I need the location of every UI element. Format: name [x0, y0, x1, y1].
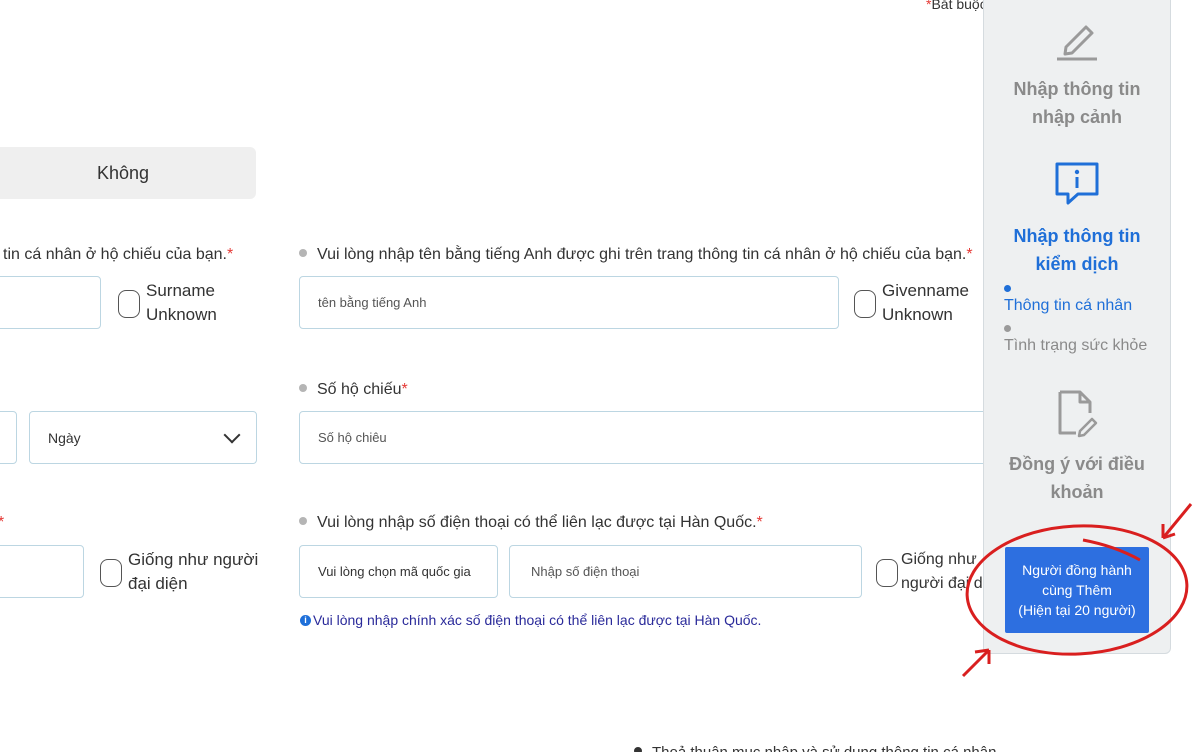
phone-same-as-representative-label: Giống như người đại di [901, 551, 987, 592]
active-dot-icon [1004, 285, 1011, 292]
pencil-icon [1057, 25, 1097, 61]
country-code-placeholder: Vui lòng chọn mã quốc gia [318, 564, 471, 579]
givenname-placeholder: tên bằng tiếng Anh [318, 295, 427, 310]
passport-placeholder: Số hộ chiêu [318, 430, 387, 445]
same-as-representative-checkbox[interactable] [100, 559, 122, 587]
step-quarantine-info-title: Nhập thông tin kiểm dịch [1013, 226, 1141, 274]
phone-info-note: i Vui lòng nhập chính xác số điện thoại c… [300, 612, 761, 628]
surname-label: tin cá nhân ở hộ chiếu của bạn.* [3, 246, 234, 263]
dob-day-value: Ngày [48, 429, 81, 446]
phone-number-placeholder: Nhập số điện thoại [531, 564, 640, 579]
bullet-icon [299, 383, 307, 392]
dob-day-select[interactable]: Ngày [29, 411, 257, 464]
country-code-select[interactable]: Vui lòng chọn mã quốc gia [299, 545, 498, 598]
givenname-input[interactable]: tên bằng tiếng Anh [299, 276, 839, 329]
phone-same-as-representative-checkbox[interactable] [876, 559, 898, 587]
chevron-down-icon [223, 426, 241, 444]
substep-personal-info[interactable]: Thông tin cá nhân [1004, 297, 1132, 315]
required-note: *Bắt buộc [926, 0, 987, 12]
khong-option-button[interactable]: Không [0, 147, 256, 199]
representative-required-mark: * [0, 514, 4, 532]
phone-label: Vui lòng nhập số điện thoại có thể liên … [299, 514, 763, 532]
substep-health-status[interactable]: Tình trạng sức khỏe [1004, 337, 1147, 355]
givenname-unknown-checkbox[interactable] [854, 290, 876, 318]
passport-input[interactable]: Số hộ chiêu [299, 411, 999, 464]
step-entry-info-title: Nhập thông tin nhập cảnh [1013, 79, 1141, 127]
dob-month-select[interactable] [0, 411, 17, 464]
document-edit-icon [1058, 390, 1098, 438]
bullet-icon [634, 747, 642, 752]
givenname-label: Vui lòng nhập tên bằng tiếng Anh được gh… [299, 246, 973, 264]
same-as-representative-label: Giống như người đại diện [128, 550, 259, 593]
bullet-icon [299, 248, 307, 257]
step-agreement-title: Đồng ý với điều khoản [1009, 454, 1145, 502]
info-icon [1055, 162, 1099, 205]
inactive-dot-icon [1004, 325, 1011, 332]
surname-input[interactable] [0, 276, 101, 329]
passport-label: Số hộ chiếu* [299, 381, 408, 399]
representative-input[interactable] [0, 545, 84, 598]
bullet-icon [299, 516, 307, 525]
surname-unknown-checkbox[interactable] [118, 290, 140, 318]
consent-section-title: Thoả thuận mục nhập và sử dụng thông tin… [634, 744, 996, 752]
add-companion-button[interactable]: Người đồng hành cùng Thêm (Hiện tại 20 n… [1005, 547, 1149, 633]
phone-number-input[interactable]: Nhập số điện thoại [509, 545, 862, 598]
info-circle-icon: i [300, 614, 311, 626]
givenname-unknown-label: Givenname Unknown [882, 281, 969, 324]
surname-unknown-label: Surname Unknown [146, 281, 217, 324]
